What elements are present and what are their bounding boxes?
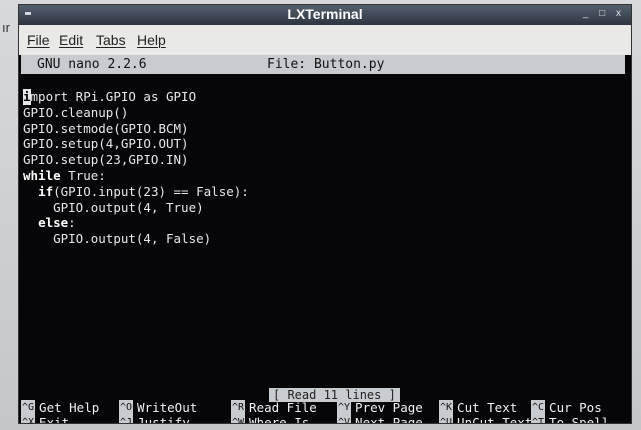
shortcut-label: Where Is (249, 415, 310, 424)
menu-bar: File Edit Tabs Help (19, 25, 631, 55)
code-text: GPIO.output(4, False) (53, 231, 212, 247)
shortcut-next-page[interactable]: ^V Next Page (337, 415, 423, 424)
menu-file[interactable]: File (27, 32, 50, 48)
shortcut-get-help[interactable]: ^G Get Help (21, 400, 99, 415)
shortcut-where-is[interactable]: ^W Where Is (231, 415, 310, 424)
code-text: GPIO.cleanup() (23, 104, 129, 120)
window-controls[interactable]: _ □ x (583, 8, 625, 19)
shortcut-prev-page[interactable]: ^Y Prev Page (337, 400, 423, 415)
code-text: GPIO.setup(4,GPIO.OUT) (23, 136, 189, 152)
code-line: while True: (23, 168, 249, 184)
menu-tabs[interactable]: Tabs (96, 32, 126, 48)
shortcut-label: Cur Pos (549, 400, 602, 415)
shortcut-key: ^U (439, 415, 454, 423)
shortcut-key: ^C (531, 400, 546, 415)
code-keyword: while (23, 167, 61, 183)
text-cursor: i (23, 89, 31, 105)
shortcut-justify[interactable]: ^J Justify (119, 415, 190, 424)
shortcut-label: Read File (249, 400, 317, 415)
shortcut-writeout[interactable]: ^O WriteOut (119, 400, 197, 415)
shortcut-key: ^G (21, 400, 36, 415)
menu-edit[interactable]: Edit (59, 32, 83, 48)
code-line: GPIO.cleanup() (23, 105, 249, 121)
shortcut-uncut-text[interactable]: ^U UnCut Text (439, 415, 533, 424)
code-text: : (68, 215, 76, 231)
shortcut-label: UnCut Text (457, 415, 533, 424)
code-line: GPIO.output(4, False) (23, 231, 249, 247)
code-keyword: if (38, 183, 54, 199)
code-text: mport RPi.GPIO as GPIO (30, 89, 197, 104)
nano-header-bar: GNU nano 2.2.6 File: Button.py (21, 55, 625, 74)
shortcut-key: ^O (119, 400, 134, 415)
shortcut-key: ^V (337, 415, 352, 423)
shortcut-key: ^X (21, 415, 36, 423)
shortcut-key: ^R (231, 400, 246, 415)
nano-file-name: File: Button.py (267, 57, 385, 72)
shortcut-key: ^J (119, 415, 134, 423)
shortcut-key: ^K (439, 400, 454, 415)
code-line: if(GPIO.input(23) == False): (23, 184, 249, 200)
code-keyword: else (38, 215, 69, 231)
code-editor[interactable]: import RPi.GPIO as GPIO GPIO.cleanup() GPI… (23, 89, 249, 247)
code-text: GPIO.setup(23,GPIO.IN) (23, 152, 189, 168)
menu-help[interactable]: Help (137, 32, 166, 48)
shortcut-label: WriteOut (137, 400, 198, 415)
window-title: LXTerminal (287, 6, 363, 22)
shortcut-label: Cut Text (457, 400, 518, 415)
code-line: GPIO.setup(4,GPIO.OUT) (23, 136, 249, 152)
shortcut-label: To Spell (549, 415, 610, 424)
nano-version: GNU nano 2.2.6 (37, 57, 147, 72)
code-text: GPIO.output(4, True) (53, 199, 204, 215)
code-line: GPIO.setmode(GPIO.BCM) (23, 121, 249, 137)
code-line: GPIO.output(4, True) (23, 200, 249, 216)
shortcut-label: Justify (137, 415, 190, 424)
shortcut-to-spell[interactable]: ^T To Spell (531, 415, 610, 424)
terminal-area[interactable]: GNU nano 2.2.6 File: Button.py import RP… (19, 55, 631, 423)
code-line: else: (23, 215, 249, 231)
shortcut-label: Get Help (39, 400, 100, 415)
code-text: True: (60, 167, 106, 183)
shortcut-read-file[interactable]: ^R Read File (231, 400, 317, 415)
lxterminal-window: ▬ LXTerminal _ □ x File Edit Tabs Help G… (18, 4, 632, 424)
shortcut-key: ^Y (337, 400, 352, 415)
code-line: import RPi.GPIO as GPIO (23, 89, 249, 105)
shortcut-cut-text[interactable]: ^K Cut Text (439, 400, 517, 415)
shortcut-exit[interactable]: ^X Exit (21, 415, 70, 424)
code-text: (GPIO.input(23) == False): (53, 183, 249, 199)
shortcut-key: ^T (531, 415, 546, 423)
code-line: GPIO.setup(23,GPIO.IN) (23, 152, 249, 168)
shortcut-key: ^W (231, 415, 246, 423)
shortcut-label: Prev Page (355, 400, 423, 415)
shortcut-label: Exit (39, 415, 70, 424)
shortcut-bar: ^G Get Help ^O WriteOut ^R Read File ^Y Prev Pa… (19, 400, 631, 424)
code-text: GPIO.setmode(GPIO.BCM) (23, 120, 189, 136)
shortcut-label: Next Page (355, 415, 423, 424)
title-bar[interactable]: ▬ LXTerminal _ □ x (19, 5, 631, 25)
background-text: ır (2, 20, 10, 35)
shortcut-cur-pos[interactable]: ^C Cur Pos (531, 400, 602, 415)
